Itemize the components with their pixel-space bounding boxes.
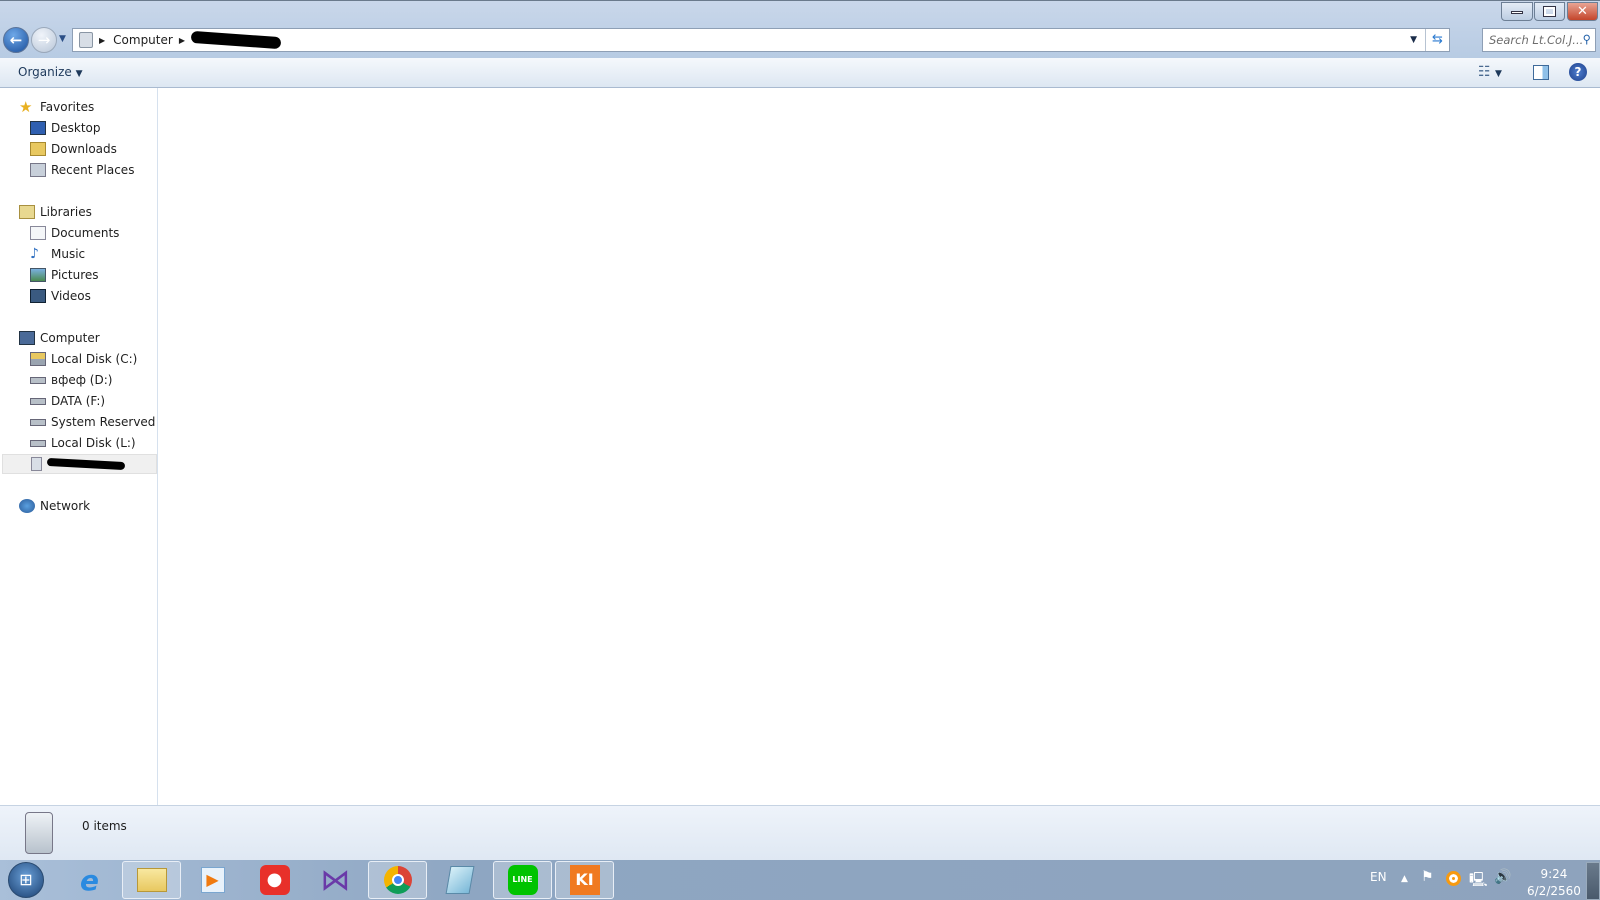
windows-logo-icon: ⊞ <box>19 870 33 889</box>
clock-time: 9:24 <box>1540 867 1568 881</box>
gom-player-icon: ● <box>259 865 290 895</box>
chevron-down-icon: ▼ <box>75 69 83 79</box>
music-icon: ♪ <box>30 246 39 262</box>
redacted-breadcrumb <box>190 30 282 50</box>
recent-pages-dropdown[interactable]: ▼ <box>59 34 66 44</box>
notepad-icon <box>445 866 474 894</box>
chrome-icon <box>383 866 412 894</box>
organize-button[interactable]: Organize ▼ <box>18 65 83 79</box>
details-pane: 0 items <box>0 805 1600 860</box>
device-icon <box>79 32 93 48</box>
taskbar: ⊞ e ▶ ● ⋈ LINE KI <box>0 860 1600 900</box>
computer-icon <box>19 331 35 345</box>
taskbar-visual-studio[interactable]: ⋈ <box>306 861 365 899</box>
sidebar-item-system-reserved-k[interactable]: System Reserved (K:) <box>30 412 157 432</box>
network-tray-icon[interactable]: 🖳 <box>1469 869 1488 893</box>
device-large-icon <box>25 812 53 854</box>
sidebar-item-computer[interactable]: Computer <box>19 328 176 348</box>
taskbar-media-player[interactable]: ▶ <box>183 861 242 899</box>
item-count: 0 items <box>82 819 127 833</box>
restore-button[interactable] <box>1534 2 1565 21</box>
breadcrumb-computer[interactable]: Computer <box>113 33 173 47</box>
back-button[interactable]: ← <box>3 27 29 53</box>
kmplayer-icon: KI <box>569 865 600 895</box>
breadcrumb-chevron-icon: ▶ <box>99 35 106 45</box>
internet-explorer-icon: e <box>80 863 99 897</box>
restore-icon <box>1543 6 1556 17</box>
orange-app-tray-icon[interactable] <box>1446 871 1461 886</box>
line-icon: LINE <box>507 865 538 895</box>
preview-pane-button[interactable] <box>1533 65 1549 80</box>
sidebar-item-favorites[interactable]: ★ Favorites <box>19 97 176 117</box>
system-drive-icon <box>30 352 46 366</box>
show-hidden-icons-button[interactable]: ▲ <box>1401 874 1408 884</box>
network-icon <box>19 499 35 513</box>
taskbar-windows-explorer[interactable] <box>122 861 181 899</box>
start-button[interactable]: ⊞ <box>8 862 44 898</box>
toolbar: Organize ▼ ☷ ▼ ? <box>0 58 1600 88</box>
taskbar-gom-player[interactable]: ● <box>245 861 304 899</box>
close-button[interactable]: ✕ <box>1567 2 1598 21</box>
media-player-icon: ▶ <box>200 867 225 893</box>
arrow-left-icon: ← <box>9 31 23 49</box>
volume-icon[interactable]: 🔊 <box>1494 869 1511 885</box>
clock-date: 6/2/2560 <box>1527 884 1581 898</box>
visual-studio-icon: ⋈ <box>320 862 351 898</box>
show-desktop-button[interactable] <box>1586 862 1600 900</box>
sidebar-item-network[interactable]: Network <box>19 496 176 516</box>
file-list-empty[interactable] <box>159 88 1600 805</box>
drive-icon <box>30 397 46 405</box>
language-indicator[interactable]: EN <box>1370 870 1387 884</box>
chrome-center <box>391 874 404 886</box>
change-view-button[interactable]: ☷ ▼ <box>1478 64 1502 80</box>
sidebar-item-libraries[interactable]: Libraries <box>19 202 176 222</box>
minimize-button[interactable] <box>1501 2 1533 21</box>
address-dropdown-icon[interactable]: ▼ <box>1410 35 1425 45</box>
recent-places-icon <box>30 163 46 177</box>
desktop-icon <box>30 121 46 135</box>
close-icon: ✕ <box>1577 4 1588 19</box>
navigation-pane: ★ Favorites Desktop Downloads Recent Plac… <box>0 88 158 805</box>
device-icon <box>31 457 42 471</box>
clock[interactable]: 9:24 6/2/2560 <box>1527 866 1581 900</box>
forward-button[interactable]: → <box>31 27 57 53</box>
search-input[interactable]: Search Lt.Col.J... ⚲ <box>1482 28 1596 52</box>
title-bar: ✕ ← → ▼ ▶ Computer ▶ ▼ ⇆ Search Lt.Col.J… <box>0 0 1600 58</box>
breadcrumb-chevron-icon: ▶ <box>178 35 185 45</box>
folder-icon <box>136 868 167 892</box>
address-bar[interactable]: ▶ Computer ▶ ▼ ⇆ <box>72 28 1450 52</box>
refresh-button[interactable]: ⇆ <box>1425 29 1449 51</box>
taskbar-line[interactable]: LINE <box>493 861 552 899</box>
taskbar-internet-explorer[interactable]: e <box>60 861 119 899</box>
pictures-icon <box>30 268 46 282</box>
libraries-icon <box>19 205 35 219</box>
documents-icon <box>30 226 46 240</box>
drive-icon <box>30 376 46 384</box>
action-center-flag-icon[interactable]: ⚑ <box>1421 869 1434 885</box>
taskbar-chrome[interactable] <box>368 861 427 899</box>
search-icon: ⚲ <box>1582 32 1591 46</box>
drive-icon <box>30 418 46 426</box>
taskbar-kmplayer[interactable]: KI <box>555 861 614 899</box>
chevron-down-icon: ▼ <box>1495 69 1502 79</box>
arrow-right-icon: → <box>37 31 51 49</box>
downloads-folder-icon <box>30 142 46 156</box>
minimize-icon <box>1511 11 1523 14</box>
videos-icon <box>30 289 46 303</box>
sidebar-item-device-selected[interactable] <box>2 454 157 474</box>
star-icon: ★ <box>19 98 33 116</box>
help-button[interactable]: ? <box>1569 63 1587 81</box>
redacted-device-name <box>46 457 126 471</box>
taskbar-notepad[interactable] <box>430 861 489 899</box>
drive-icon <box>30 439 46 447</box>
